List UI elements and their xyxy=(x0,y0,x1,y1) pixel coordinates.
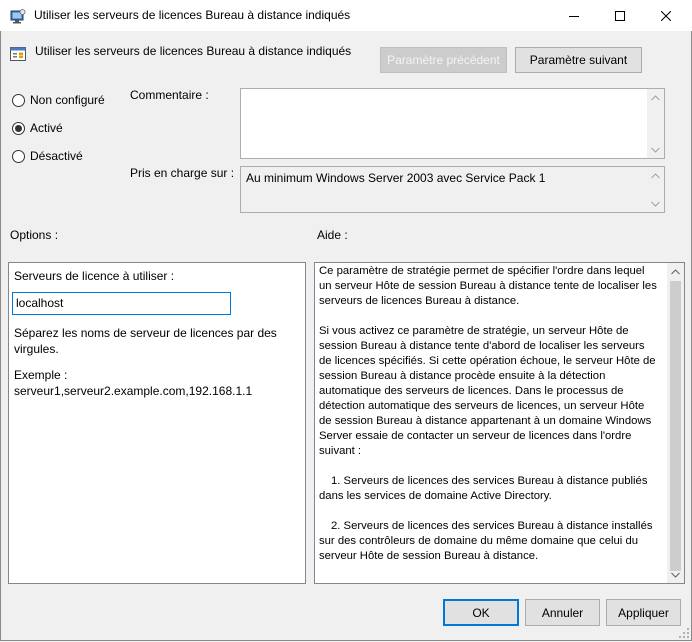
help-title: Aide : xyxy=(317,228,348,242)
comment-textarea[interactable] xyxy=(240,88,665,159)
app-icon xyxy=(10,8,26,24)
title-bar[interactable]: Utiliser les serveurs de licences Bureau… xyxy=(0,0,692,31)
help-paragraph: 1. Serveurs de licences des services Bur… xyxy=(319,475,648,502)
supported-scrollbar[interactable] xyxy=(647,167,664,212)
radio-disabled[interactable]: Désactivé xyxy=(12,149,83,163)
example-value: serveur1,serveur2.example.com,192.168.1.… xyxy=(14,384,253,398)
scroll-down-icon[interactable] xyxy=(647,141,664,158)
policy-setting-icon xyxy=(10,46,26,62)
comment-scrollbar[interactable] xyxy=(647,89,664,158)
radio-label: Non configuré xyxy=(30,93,105,107)
radio-circle[interactable] xyxy=(12,149,25,163)
help-paragraph: Si vous activez ce paramètre de stratégi… xyxy=(319,325,656,457)
scroll-up-icon[interactable] xyxy=(667,263,684,280)
supported-on-value: Au minimum Windows Server 2003 avec Serv… xyxy=(246,171,546,185)
close-icon[interactable] xyxy=(643,0,689,31)
resize-grip-icon[interactable] xyxy=(678,627,690,639)
help-text: Ce paramètre de stratégie permet de spéc… xyxy=(319,264,657,579)
help-paragraph: 2. Serveurs de licences des services Bur… xyxy=(319,520,653,562)
scroll-down-icon[interactable] xyxy=(647,195,664,212)
radio-not-configured[interactable]: Non configuré xyxy=(12,93,105,107)
apply-button[interactable]: Appliquer xyxy=(606,599,681,626)
comment-value xyxy=(241,89,664,95)
radio-enabled[interactable]: Activé xyxy=(12,121,63,135)
radio-label: Activé xyxy=(30,121,63,135)
previous-setting-button[interactable]: Paramètre précédent xyxy=(380,47,507,73)
radio-circle[interactable] xyxy=(12,121,25,135)
setting-name: Utiliser les serveurs de licences Bureau… xyxy=(35,44,352,58)
scroll-up-icon[interactable] xyxy=(647,167,664,184)
scroll-thumb[interactable] xyxy=(670,281,681,571)
radio-label: Désactivé xyxy=(30,149,83,163)
maximize-icon[interactable] xyxy=(597,0,643,31)
comment-label: Commentaire : xyxy=(130,88,209,102)
supported-on-box: Au minimum Windows Server 2003 avec Serv… xyxy=(240,166,665,213)
scroll-up-icon[interactable] xyxy=(647,89,664,106)
supported-on-label: Pris en charge sur : xyxy=(130,166,235,180)
servers-input[interactable]: localhost xyxy=(12,292,231,315)
cancel-button[interactable]: Annuler xyxy=(525,599,600,626)
servers-label: Serveurs de licence à utiliser : xyxy=(14,269,175,283)
window-title: Utiliser les serveurs de licences Bureau… xyxy=(34,8,351,22)
minimize-icon[interactable] xyxy=(551,0,597,31)
ok-button[interactable]: OK xyxy=(443,599,519,626)
next-setting-button[interactable]: Paramètre suivant xyxy=(515,47,642,73)
servers-hint: Séparez les noms de serveur de licences … xyxy=(14,326,277,356)
example-label: Exemple : xyxy=(14,368,68,382)
help-scrollbar[interactable] xyxy=(667,263,684,583)
options-title: Options : xyxy=(10,228,59,242)
radio-circle[interactable] xyxy=(12,93,25,107)
scroll-down-icon[interactable] xyxy=(667,566,684,583)
help-paragraph: Ce paramètre de stratégie permet de spéc… xyxy=(319,265,657,307)
